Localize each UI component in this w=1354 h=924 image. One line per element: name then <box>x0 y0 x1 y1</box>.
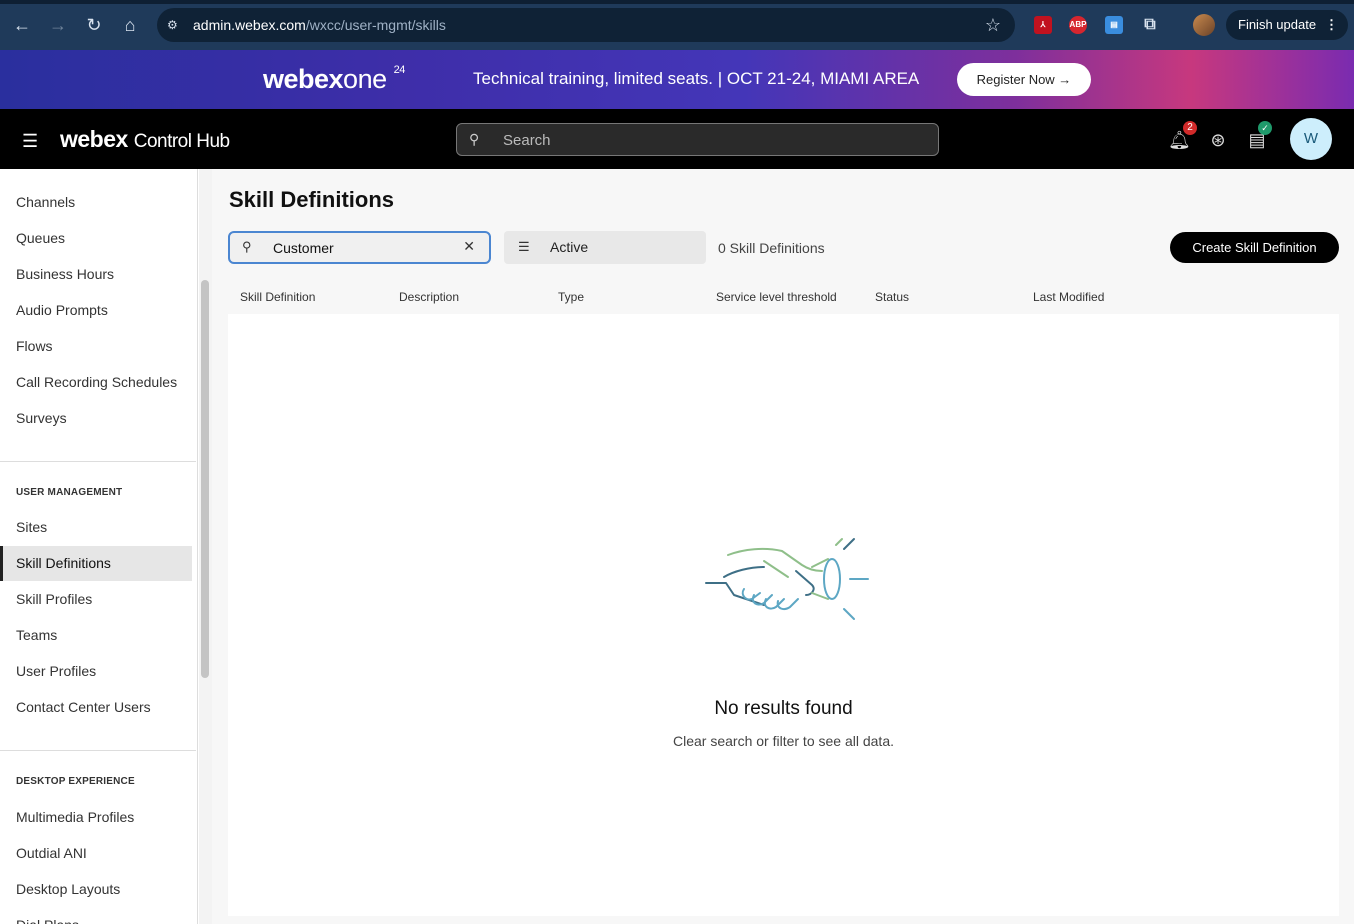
user-avatar[interactable]: W <box>1290 118 1332 160</box>
promo-text: Technical training, limited seats. | OCT… <box>473 69 920 88</box>
column-header-last-modified[interactable]: Last Modified <box>1033 290 1104 304</box>
empty-state-subtitle: Clear search or filter to see all data. <box>673 733 894 749</box>
sidebar-item-skill-definitions[interactable]: Skill Definitions <box>0 546 192 581</box>
sidebar-scroll-thumb[interactable] <box>201 280 209 678</box>
skill-search-input[interactable]: ⚲ Customer ✕ <box>228 231 491 264</box>
sidebar-item-teams[interactable]: Teams <box>0 618 192 653</box>
sidebar-item-user-profiles[interactable]: User Profiles <box>0 654 192 689</box>
sidebar-item-flows[interactable]: Flows <box>0 329 192 364</box>
global-search-input[interactable]: ⚲ Search <box>456 123 939 156</box>
results-count: 0 Skill Definitions <box>718 240 825 256</box>
reader-extension-icon[interactable]: ▤ <box>1105 16 1123 34</box>
site-info-icon[interactable]: ⚙ <box>167 17 183 33</box>
browser-toolbar: ← → ↻ ⌂ ⚙ admin.webex.com/wxcc/user-mgmt… <box>0 0 1354 50</box>
search-icon: ⚲ <box>469 131 480 147</box>
search-icon: ⚲ <box>242 239 252 254</box>
sidebar-item-desktop-layouts[interactable]: Desktop Layouts <box>0 872 192 907</box>
section-header-user-management: USER MANAGEMENT <box>16 487 123 498</box>
empty-state-title: No results found <box>714 698 853 719</box>
tab-strip <box>0 0 1354 4</box>
url-domain: admin.webex.com <box>193 17 306 33</box>
url-path: /wxcc/user-mgmt/skills <box>305 17 446 33</box>
help-icon[interactable]: ⊛ <box>1207 129 1229 151</box>
finish-update-label: Finish update <box>1238 17 1317 32</box>
url-text[interactable]: admin.webex.com/wxcc/user-mgmt/skills <box>193 17 446 33</box>
abp-label: ABP <box>1069 20 1087 29</box>
table-body: No results found Clear search or filter … <box>228 314 1339 916</box>
pdf-extension-icon[interactable]: ⅄ <box>1034 16 1052 34</box>
puzzle-icon[interactable]: ⧉ <box>1141 16 1159 34</box>
create-skill-definition-button[interactable]: Create Skill Definition <box>1170 232 1339 263</box>
page-title: Skill Definitions <box>229 187 395 212</box>
promo-banner: webexone 24 Technical training, limited … <box>0 50 1354 109</box>
sidebar-item-contact-center-users[interactable]: Contact Center Users <box>0 690 192 725</box>
column-header-service-level-threshold[interactable]: Service level threshold <box>716 290 837 304</box>
search-value[interactable]: Customer <box>273 240 334 256</box>
register-now-button[interactable]: Register Now → <box>957 63 1091 96</box>
sidebar-item-queues[interactable]: Queues <box>0 221 192 256</box>
back-icon[interactable]: ← <box>10 13 34 37</box>
sidebar-item-call-recording-schedules[interactable]: Call Recording Schedules <box>0 365 192 400</box>
browser-profile-avatar[interactable] <box>1193 14 1215 36</box>
status-filter-select[interactable]: ☰ Active <box>504 231 706 264</box>
address-bar[interactable]: ⚙ admin.webex.com/wxcc/user-mgmt/skills … <box>157 8 1015 42</box>
check-badge-icon: ✓ <box>1258 121 1272 135</box>
column-header-type[interactable]: Type <box>558 290 584 304</box>
sidebar-divider <box>0 750 196 751</box>
home-icon[interactable]: ⌂ <box>118 13 142 37</box>
reload-icon[interactable]: ↻ <box>82 13 106 37</box>
clear-icon[interactable]: ✕ <box>463 238 475 255</box>
bookmark-star-icon[interactable]: ☆ <box>985 15 1001 36</box>
sidebar-item-audio-prompts[interactable]: Audio Prompts <box>0 293 192 328</box>
column-header-skill-definition[interactable]: Skill Definition <box>240 290 315 304</box>
sidebar-item-surveys[interactable]: Surveys <box>0 401 192 436</box>
forward-icon[interactable]: → <box>46 13 70 37</box>
sidebar-item-skill-profiles[interactable]: Skill Profiles <box>0 582 192 617</box>
product-name: Control Hub <box>133 131 230 152</box>
menu-icon[interactable]: ☰ <box>22 131 38 152</box>
abp-extension-icon[interactable]: ABP <box>1069 16 1087 34</box>
banner-logo-main: webex <box>263 64 344 94</box>
section-header-desktop-experience: DESKTOP EXPERIENCE <box>16 776 135 787</box>
filter-icon: ☰ <box>518 239 530 254</box>
brand-name: webex <box>60 126 128 152</box>
banner-logo-sup: 24 <box>393 64 406 76</box>
sidebar-item-outdial-ani[interactable]: Outdial ANI <box>0 836 192 871</box>
notification-badge: 2 <box>1183 121 1197 135</box>
finish-update-button[interactable]: Finish update ⋮ <box>1226 10 1348 40</box>
webexone-logo: webexone 24 <box>263 64 405 95</box>
sidebar-divider <box>0 461 196 462</box>
app-header: ☰ webex Control Hub ⚲ Search 🔔︎ ⊛ ▤ <box>0 109 1354 169</box>
banner-logo-one: one <box>343 64 387 94</box>
sidebar-item-dial-plans[interactable]: Dial Plans <box>0 908 192 924</box>
column-header-status[interactable]: Status <box>875 290 909 304</box>
main-content: Skill Definitions ⚲ Customer ✕ ☰ Active … <box>212 169 1354 924</box>
global-search-placeholder: Search <box>503 132 551 149</box>
brand-logo[interactable]: webex Control Hub <box>60 126 230 153</box>
handshake-illustration-icon <box>705 538 869 620</box>
sidebar-item-business-hours[interactable]: Business Hours <box>0 257 192 292</box>
sidebar-item-sites[interactable]: Sites <box>0 510 192 545</box>
sidebar-item-channels[interactable]: Channels <box>0 185 192 220</box>
more-menu-icon[interactable]: ⋮ <box>1325 10 1338 40</box>
sidebar: Channels Queues Business Hours Audio Pro… <box>0 169 198 924</box>
column-header-description[interactable]: Description <box>399 290 459 304</box>
sidebar-item-multimedia-profiles[interactable]: Multimedia Profiles <box>0 800 192 835</box>
status-filter-value: Active <box>550 239 589 255</box>
